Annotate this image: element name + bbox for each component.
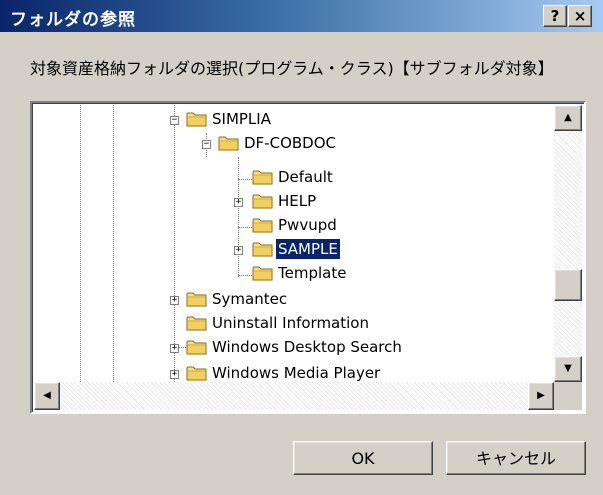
expand-toggle[interactable]: + (170, 344, 179, 353)
dialog-title: フォルダの参照 (10, 10, 136, 30)
folder-icon (186, 365, 208, 382)
collapse-toggle[interactable]: − (170, 116, 179, 125)
tree-item[interactable]: − SIMPLIA (34, 109, 554, 133)
tree-item[interactable]: Template (34, 253, 554, 282)
ok-button[interactable]: OK (293, 441, 433, 475)
cancel-button[interactable]: キャンセル (446, 441, 586, 475)
tree-item-label: Template (278, 264, 347, 282)
folder-tree-view[interactable]: − SIMPLIA − DF-COBDOC Default + HELP Pwv… (30, 101, 586, 414)
tree-item[interactable]: + Windows Media Player (34, 363, 554, 382)
vertical-scrollbar[interactable]: ▲ ▼ (554, 105, 582, 382)
vertical-scroll-thumb[interactable] (554, 269, 582, 301)
scroll-up-button[interactable]: ▲ (554, 105, 582, 131)
title-bar[interactable]: フォルダの参照 ? × (0, 0, 603, 32)
tree-item-selected[interactable]: + SAMPLE (34, 229, 554, 260)
tree-item[interactable]: Default (34, 157, 554, 186)
tree-item-label: Symantec (212, 290, 288, 308)
browse-folder-dialog: フォルダの参照 ? × 対象資産格納フォルダの選択(プログラム・クラス)【サブフ… (0, 0, 603, 495)
expand-toggle[interactable]: + (170, 370, 179, 379)
tree-item-label: Windows Desktop Search (212, 338, 402, 356)
scroll-left-button[interactable]: ◀ (34, 382, 60, 410)
tree-content: − SIMPLIA − DF-COBDOC Default + HELP Pwv… (34, 105, 554, 382)
horizontal-scrollbar[interactable]: ◀ ▶ (34, 382, 554, 410)
tree-item-label: SIMPLIA (212, 110, 271, 128)
scroll-down-button[interactable]: ▼ (554, 356, 582, 382)
tree-item[interactable]: + Windows Desktop Search (34, 337, 554, 361)
scrollbar-corner (554, 382, 582, 410)
help-button[interactable]: ? (543, 5, 567, 27)
folder-open-icon (186, 111, 208, 128)
collapse-toggle[interactable]: − (202, 140, 211, 149)
expand-toggle[interactable]: + (170, 296, 179, 305)
folder-icon (252, 265, 274, 282)
tree-item[interactable]: − DF-COBDOC (34, 133, 554, 157)
tree-item[interactable]: + HELP (34, 181, 554, 210)
tree-item-label: Uninstall Information (212, 314, 369, 332)
scroll-right-button[interactable]: ▶ (528, 382, 554, 410)
tree-item[interactable]: Uninstall Information (34, 313, 554, 337)
folder-icon (186, 315, 208, 332)
folder-icon (186, 291, 208, 308)
folder-open-icon (218, 135, 240, 152)
tree-item-label: DF-COBDOC (244, 134, 336, 152)
tree-item[interactable]: + Symantec (34, 289, 554, 313)
tree-item-label: Windows Media Player (212, 364, 381, 382)
folder-icon (186, 339, 208, 356)
tree-item[interactable]: Pwvupd (34, 205, 554, 234)
close-button[interactable]: × (568, 5, 592, 27)
dialog-description: 対象資産格納フォルダの選択(プログラム・クラス)【サブフォルダ対象】 (30, 59, 554, 78)
